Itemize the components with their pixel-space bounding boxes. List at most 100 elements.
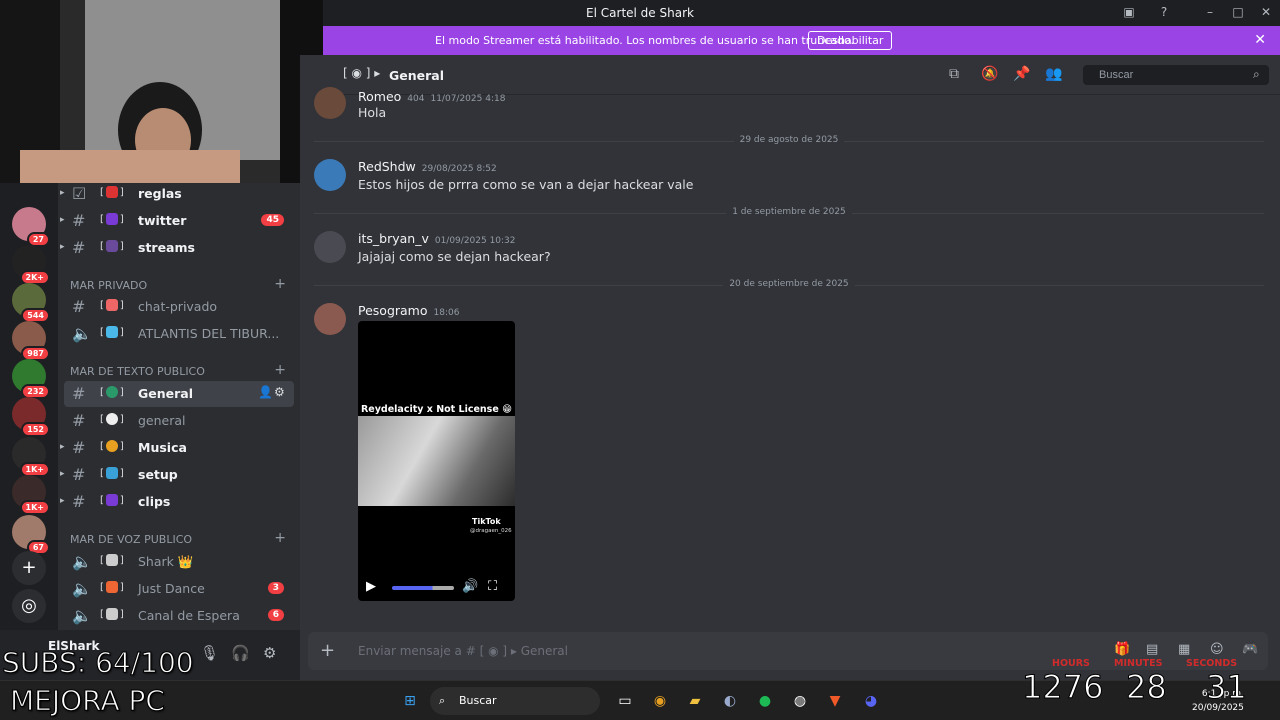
windows-start-icon[interactable]: ⊞ [399,690,421,712]
settings-gear-icon[interactable]: ⚙ [263,644,276,662]
channel-atlantis[interactable]: 🔈 [] ATLANTIS DEL TIBUR... [64,321,294,347]
headphones-icon[interactable]: 🎧 [231,644,250,662]
hash-icon: # [72,411,86,430]
message-author[interactable]: RedShdw 29/08/2025 8:52 [358,159,497,174]
server-icon[interactable]: 2K+ [12,245,50,285]
server-icon[interactable]: 1K+ [12,437,50,477]
category-private[interactable]: MAR PRIVADO [70,279,147,292]
message-author[interactable]: Pesogramo 18:06 [358,303,459,318]
help-icon[interactable]: ? [1156,5,1172,21]
file-explorer-icon[interactable]: ▰ [684,690,706,712]
threads-icon[interactable]: ⧉ [949,66,959,82]
maximize-icon[interactable]: □ [1230,5,1246,21]
close-window-icon[interactable]: ✕ [1258,5,1274,21]
channel-emoji: [] [100,299,124,311]
user-count-badge: 3 [267,582,284,594]
add-server-icon[interactable]: + [12,551,46,585]
add-channel-icon[interactable]: + [274,362,286,378]
gift-icon[interactable]: 🎁 [1114,642,1130,657]
attach-plus-icon[interactable]: + [320,640,335,661]
sticker-icon[interactable]: ▦ [1178,642,1190,657]
add-channel-icon[interactable]: + [274,530,286,546]
webcam-feed [0,0,323,183]
server-icon[interactable]: 67 [12,515,50,555]
discord-icon[interactable]: ◕ [860,690,882,712]
server-icon[interactable]: 152 [12,397,50,437]
invite-icon[interactable]: 👤 [258,385,273,399]
unread-arrow-icon: ▸ [60,442,65,452]
volume-icon[interactable]: 🔊 [462,579,478,594]
channel-twitter[interactable]: ▸ # [] twitter 45 [60,208,294,234]
channel-emoji: [] [100,186,124,198]
speaker-icon: 🔈 [72,324,92,343]
play-icon[interactable]: ▶ [366,579,376,594]
app-icon[interactable]: ◍ [789,690,811,712]
task-view-icon[interactable]: ▭ [614,690,636,712]
fullscreen-icon[interactable]: ⛶ [488,579,497,594]
date-divider: 20 de septiembre de 2025 [314,279,1264,291]
voice-channel-just-dance[interactable]: 🔈 [] Just Dance 3 [64,576,294,602]
gear-icon[interactable]: ⚙ [274,385,285,399]
minimize-icon[interactable]: – [1202,5,1218,21]
hash-locked-icon: # [72,297,86,316]
inbox-icon[interactable]: ▣ [1121,5,1137,21]
hours-value: 1276 [1021,668,1104,707]
channel-emoji: [] [100,494,124,506]
unread-arrow-icon: ▸ [60,242,65,252]
speaker-icon: 🔈 [72,552,92,571]
channel-title: General [389,68,444,83]
channel-streams[interactable]: ▸ # [] streams [60,235,294,261]
taskbar-search[interactable]: ⌕ Buscar [430,687,600,715]
chrome-icon[interactable]: ◉ [649,690,671,712]
date-divider: 1 de septiembre de 2025 [314,207,1264,219]
avatar[interactable] [314,159,346,191]
category-text[interactable]: MAR DE TEXTO PUBLICO [70,365,205,378]
add-channel-icon[interactable]: + [274,276,286,292]
channel-setup[interactable]: ▸ # [] setup [60,462,294,488]
video-embed[interactable]: Reydelacity x Not License 😁 TikTok @drag… [358,321,515,601]
avatar[interactable] [314,231,346,263]
activities-icon[interactable]: 🎮 [1242,642,1258,657]
message-author[interactable]: its_bryan_v 01/09/2025 10:32 [358,231,516,246]
channel-chat-privado[interactable]: # [] chat-privado [64,294,294,320]
brave-icon[interactable]: ▼ [824,690,846,712]
search-input[interactable] [1083,65,1269,85]
spotify-icon[interactable]: ● [754,690,776,712]
message-author[interactable]: Romeo 404 11/07/2025 4:18 [358,89,505,104]
rules-icon: ☑ [72,184,87,203]
server-icon[interactable]: 27 [12,207,50,247]
channel-general[interactable]: # [] general [64,408,294,434]
server-icon[interactable]: 544 [12,283,50,323]
discover-icon[interactable]: ◎ [12,589,46,623]
mention-badge: 45 [261,214,284,226]
channel-general-active[interactable]: # [] General 👤 ⚙ [64,381,294,407]
close-icon[interactable]: ✕ [1254,32,1266,48]
pin-icon[interactable]: 📌 [1013,66,1030,82]
gif-icon[interactable]: ▤ [1146,642,1158,657]
emoji-icon[interactable]: ☺ [1210,642,1224,657]
voice-channel-espera[interactable]: 🔈 [] Canal de Espera 6 [64,603,294,629]
channel-clips[interactable]: ▸ # [] clips [60,489,294,515]
channel-emoji: [] [100,240,124,252]
volume-slider[interactable] [392,586,454,590]
channel-emoji: [] [100,467,124,479]
hash-icon: # [72,438,86,457]
category-voice[interactable]: MAR DE VOZ PUBLICO [70,533,192,546]
avatar[interactable] [314,303,346,335]
channel-emoji: [] [100,440,124,452]
voice-channel-shark[interactable]: 🔈 [] Shark 👑 [64,549,294,575]
disable-streamer-button[interactable]: Deshabilitar [808,31,893,50]
channel-musica[interactable]: ▸ # [] Musica [60,435,294,461]
mic-icon[interactable]: 🎙 [200,644,219,662]
message-text: Hola [358,105,387,120]
server-icon[interactable]: 987 [12,321,50,361]
subs-overlay: SUBS: 64/100 [2,646,195,680]
channel-emoji: [] [100,608,124,620]
notification-mute-icon[interactable]: 🔕 [981,66,998,82]
server-icon[interactable]: 1K+ [12,475,50,515]
channel-reglas[interactable]: ▸ ☑ [] reglas [60,181,294,207]
members-icon[interactable]: 👥 [1045,66,1062,82]
steam-icon[interactable]: ◐ [719,690,741,712]
avatar[interactable] [314,87,346,119]
server-icon[interactable]: 232 [12,359,50,399]
